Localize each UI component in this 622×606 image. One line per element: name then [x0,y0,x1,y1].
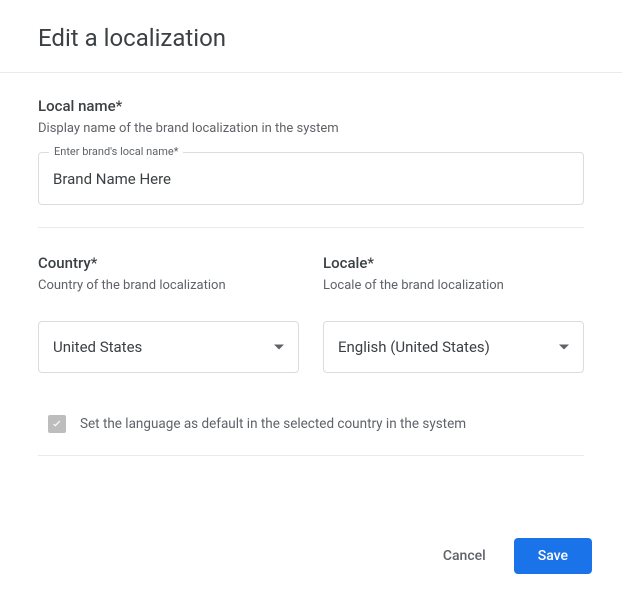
dialog-footer: Cancel Save [0,514,622,606]
local-name-section: Local name* Display name of the brand lo… [38,97,584,228]
country-locale-section: Country* Country of the brand localizati… [38,254,584,373]
default-language-checkbox[interactable] [48,415,66,433]
dialog-header: Edit a localization [0,0,622,73]
local-name-desc: Display name of the brand localization i… [38,121,584,136]
locale-select-value: English (United States) [338,338,543,356]
country-select-value: United States [53,338,258,356]
country-col: Country* Country of the brand localizati… [38,254,299,309]
country-desc: Country of the brand localization [38,278,299,293]
default-language-row: Set the language as default in the selec… [38,397,584,456]
local-name-label: Local name* [38,97,584,115]
dialog-body: Local name* Display name of the brand lo… [0,73,622,514]
locale-select[interactable]: English (United States) [323,321,584,373]
country-select[interactable]: United States [38,321,299,373]
locale-col: Locale* Locale of the brand localization [323,254,584,309]
save-button[interactable]: Save [514,538,592,574]
local-name-input[interactable] [53,170,569,188]
country-label: Country* [38,254,299,272]
dropdown-caret-icon [274,345,284,350]
dropdown-caret-icon [559,345,569,350]
cancel-button[interactable]: Cancel [435,540,494,572]
local-name-floating-label: Enter brand's local name* [49,145,183,158]
locale-desc: Locale of the brand localization [323,278,584,293]
default-language-label: Set the language as default in the selec… [80,416,466,432]
locale-label: Locale* [323,254,584,272]
edit-localization-dialog: Edit a localization Local name* Display … [0,0,622,606]
dialog-title: Edit a localization [38,24,584,52]
check-icon [50,417,64,431]
local-name-input-wrap[interactable]: Enter brand's local name* [38,152,584,205]
